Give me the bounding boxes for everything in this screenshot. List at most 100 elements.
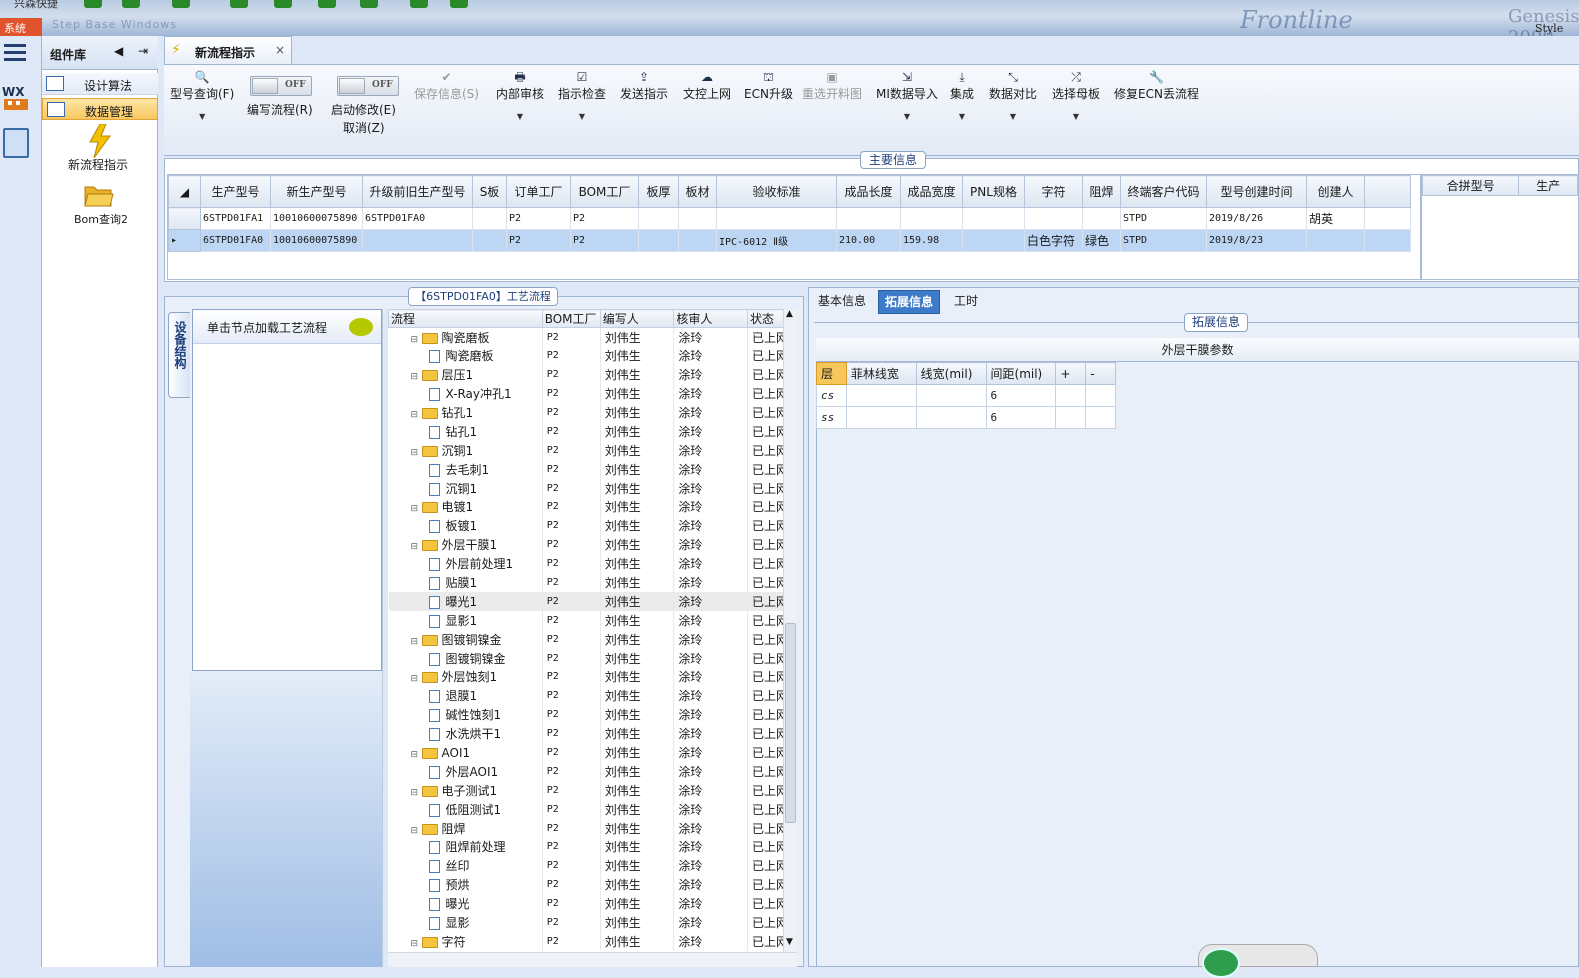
table-cell[interactable] [836, 207, 901, 230]
ecn-upgrade-button[interactable]: ⛫ ECN升级 [744, 69, 793, 102]
table-cell[interactable]: 2019/8/26 [1206, 207, 1307, 230]
chevron-down-icon[interactable]: ▼ [1052, 112, 1100, 121]
table-cell[interactable]: 6STPD01FA0 [200, 229, 271, 252]
table-cell[interactable]: 胡英 [1306, 207, 1365, 230]
system-tab[interactable]: 系统 [0, 18, 42, 36]
doc-upload-button[interactable]: ☁ 文控上网 [683, 69, 731, 102]
tree-node-cell[interactable]: ⊟ 外层干膜1 [388, 535, 543, 555]
table-cell[interactable]: 10010600075890 [270, 207, 363, 230]
tree-row[interactable]: X-Ray冲孔1 P2 刘伟生 涂玲 已上网 [388, 384, 797, 404]
integrate-button[interactable]: ⤓ 集成 ▼ [950, 69, 974, 121]
node-load-header[interactable]: 单击节点加载工艺流程 [193, 310, 381, 344]
sidebar-item-data-management[interactable]: 数据管理 [42, 98, 158, 120]
tree-row[interactable]: 预烘 P2 刘伟生 涂玲 已上网 [388, 875, 797, 895]
column-header[interactable]: 合拼型号 [1422, 175, 1520, 196]
table-cell[interactable] [472, 207, 507, 230]
tree-row[interactable]: 贴膜1 P2 刘伟生 涂玲 已上网 [388, 573, 797, 592]
column-header[interactable]: S板 [472, 175, 507, 208]
tree-row[interactable]: ⊟ 陶瓷磨板 P2 刘伟生 涂玲 已上网 [388, 327, 797, 347]
calculator-icon[interactable] [3, 128, 29, 158]
tree-node-cell[interactable]: ⊟ 图镀铜镍金 [388, 629, 543, 649]
column-header[interactable]: - [1085, 362, 1116, 385]
scroll-up-icon[interactable]: ▲ [786, 309, 793, 319]
tree-row[interactable]: 曝光 P2 刘伟生 涂玲 已上网 [388, 894, 797, 914]
tree-node-cell[interactable]: 陶瓷磨板 [388, 346, 543, 366]
tree-row[interactable]: ⊟ 电子测试1 P2 刘伟生 涂玲 已上网 [388, 780, 797, 800]
chevron-down-icon[interactable]: ▼ [496, 112, 544, 121]
tree-row[interactable]: 丝印 P2 刘伟生 涂玲 已上网 [388, 856, 797, 876]
send-instruction-button[interactable]: ⇪ 发送指示 [620, 69, 668, 102]
table-cell[interactable]: 2019/8/23 [1206, 229, 1307, 252]
column-header[interactable]: 终端客户代码 [1120, 175, 1207, 208]
column-header[interactable]: BOM工厂 [570, 175, 639, 208]
tool-new-flow-label[interactable]: 新流程指示 [68, 156, 128, 173]
table-cell[interactable]: 6STPD01FA0 [362, 207, 473, 230]
tree-row[interactable]: ⊟ 阻焊 P2 刘伟生 涂玲 已上网 [388, 818, 797, 838]
table-cell[interactable] [1085, 384, 1116, 407]
table-cell[interactable] [915, 384, 987, 407]
table-cell[interactable] [472, 229, 507, 252]
column-header[interactable]: 线宽(mil) [915, 362, 987, 385]
horizontal-scrollbar[interactable] [388, 952, 797, 967]
column-header[interactable]: 间距(mil) [985, 362, 1057, 385]
table-cell[interactable]: cs [816, 384, 847, 407]
tree-row[interactable]: 图镀铜镍金 P2 刘伟生 涂玲 已上网 [388, 648, 797, 668]
column-header[interactable]: 成品长度 [836, 175, 901, 208]
collapse-toggle-icon[interactable]: ⊟ [411, 504, 420, 514]
search-icon[interactable] [84, 0, 102, 8]
tree-row[interactable]: 显影 P2 刘伟生 涂玲 已上网 [388, 913, 797, 932]
row-header-corner[interactable]: ◢ [168, 175, 201, 208]
table-cell[interactable]: 6STPD01FA1 [200, 207, 271, 230]
table-cell[interactable] [962, 207, 1025, 230]
table-cell[interactable]: 绿色 [1082, 229, 1121, 252]
collapse-toggle-icon[interactable]: ⊟ [411, 542, 420, 552]
tree-node-cell[interactable]: 图镀铜镍金 [388, 648, 543, 668]
tree-node-cell[interactable]: ⊟ 钻孔1 [388, 403, 543, 422]
start-modify-toggle[interactable]: OFF [337, 76, 399, 96]
column-header[interactable]: PNL规格 [962, 175, 1025, 208]
table-cell[interactable] [1024, 207, 1083, 230]
tree-row[interactable]: 钻孔1 P2 刘伟生 涂玲 已上网 [388, 421, 797, 441]
tree-row[interactable]: 陶瓷磨板 P2 刘伟生 涂玲 已上网 [388, 346, 797, 366]
tree-node-cell[interactable]: 阻焊前处理 [388, 837, 543, 857]
tree-node-cell[interactable]: 显影 [388, 913, 543, 932]
collapse-toggle-icon[interactable]: ⊟ [411, 410, 420, 420]
tree-node-cell[interactable]: ⊟ 电子测试1 [388, 780, 543, 800]
table-cell[interactable]: ss [816, 406, 847, 429]
tree-row[interactable]: 曝光1 P2 刘伟生 涂玲 已上网 [388, 591, 797, 611]
scroll-down-icon[interactable]: ▼ [786, 937, 793, 947]
table-cell[interactable] [845, 406, 917, 429]
column-header[interactable]: 型号创建时间 [1206, 175, 1307, 208]
sidebar-item-design-algorithm[interactable]: 设计算法 [42, 73, 158, 95]
column-header[interactable]: 生产 [1518, 175, 1578, 196]
copy-icon[interactable] [318, 0, 336, 8]
scrollbar-thumb[interactable] [785, 623, 796, 823]
table-cell[interactable] [915, 406, 987, 429]
table-cell[interactable]: P2 [570, 207, 639, 230]
table-cell[interactable] [1055, 406, 1087, 429]
chevron-down-icon[interactable]: ▼ [950, 112, 974, 121]
table-cell[interactable]: P2 [570, 229, 639, 252]
tree-node-cell[interactable]: 外层AOI1 [388, 761, 543, 781]
tab-basic-info[interactable]: 基本信息 [812, 290, 872, 314]
tree-row[interactable]: 碱性蚀刻1 P2 刘伟生 涂玲 已上网 [388, 705, 797, 725]
collapse-left-icon[interactable]: ◀ [114, 44, 123, 58]
table-row[interactable]: ss 6 [816, 406, 1116, 429]
tree-node-cell[interactable]: 曝光1 [388, 591, 543, 611]
table-cell[interactable] [638, 229, 679, 252]
tree-node-cell[interactable]: ⊟ AOI1 [388, 743, 543, 762]
tree-node-cell[interactable]: 丝印 [388, 856, 543, 876]
column-header[interactable]: 层 [816, 362, 847, 385]
table-cell[interactable]: 210.00 [836, 229, 901, 252]
table-cell[interactable]: 159.98 [900, 229, 963, 252]
tool-bom-query-label[interactable]: Bom查询2 [74, 211, 128, 227]
tree-row[interactable]: 外层AOI1 P2 刘伟生 涂玲 已上网 [388, 761, 797, 781]
tree-row[interactable]: 显影1 P2 刘伟生 涂玲 已上网 [388, 610, 797, 630]
reselect-drawing-button[interactable]: ▣ 重选开料图 [802, 69, 862, 102]
collapse-toggle-icon[interactable]: ⊟ [411, 674, 420, 684]
column-header[interactable]: 升级前旧生产型号 [362, 175, 473, 208]
collapse-toggle-icon[interactable]: ⊟ [411, 637, 420, 647]
tab-extended-info[interactable]: 拓展信息 [878, 290, 941, 314]
tree-row[interactable]: 板镀1 P2 刘伟生 涂玲 已上网 [388, 516, 797, 536]
table-cell[interactable] [1085, 406, 1116, 429]
